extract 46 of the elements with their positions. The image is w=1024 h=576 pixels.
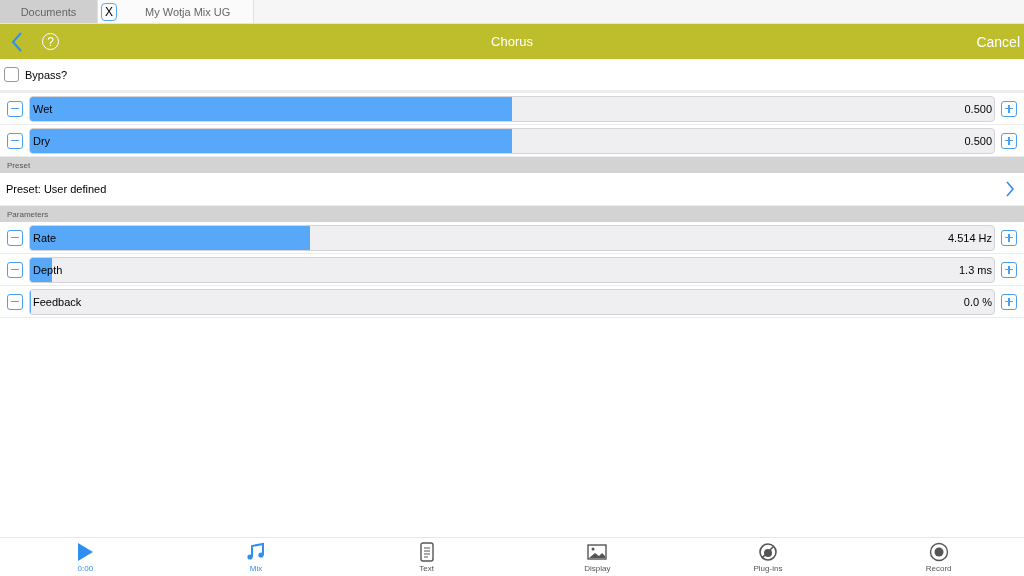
slider-value: 4.514 Hz: [947, 231, 992, 244]
section-header: Preset: [0, 157, 1024, 173]
toolbar-item[interactable]: Mix: [216, 538, 296, 576]
slider-value: 0.0 %: [963, 295, 992, 308]
minus-button[interactable]: [7, 261, 23, 278]
bypass-label: Bypass?: [25, 68, 68, 81]
slider-label: Wet: [33, 102, 53, 115]
plus-button[interactable]: [1001, 261, 1017, 278]
plus-button[interactable]: [1001, 229, 1017, 246]
slider-value: 0.500: [964, 102, 992, 115]
toolbar-item[interactable]: Text: [386, 538, 467, 576]
chevron-icon[interactable]: [1005, 181, 1015, 197]
plus-button[interactable]: [1001, 132, 1017, 149]
toolbar-item[interactable]: Plug-ins: [727, 538, 808, 576]
document-tab[interactable]: X My Wotja Mix UG: [98, 0, 254, 23]
slider-value: 0.500: [964, 134, 992, 147]
tab-label: Documents: [20, 5, 77, 18]
window-title: Chorus: [491, 34, 533, 49]
image-icon: [587, 541, 608, 562]
slider-label: Feedback: [33, 295, 82, 308]
minus-button[interactable]: [7, 100, 23, 117]
toolbar-item[interactable]: 0:00: [45, 538, 126, 576]
slider-value: 1.3 ms: [959, 263, 992, 276]
slider-track[interactable]: Wet 0.500: [29, 95, 995, 122]
music-note-icon: [246, 541, 266, 562]
minus-button[interactable]: [7, 229, 23, 246]
slider-label: Dry: [33, 134, 51, 147]
slider-label: Rate: [33, 231, 57, 244]
slider-track[interactable]: Rate 4.514 Hz: [29, 224, 995, 251]
bypass-checkbox[interactable]: [4, 67, 19, 82]
back-icon[interactable]: [11, 31, 23, 52]
close-icon[interactable]: X: [101, 2, 117, 21]
slider-track[interactable]: Dry 0.500: [29, 127, 995, 154]
preset-label[interactable]: Preset: User defined: [6, 183, 107, 195]
document-tab[interactable]: Documents: [0, 0, 98, 23]
plus-button[interactable]: [1001, 293, 1017, 310]
plus-button[interactable]: [1001, 100, 1017, 117]
toolbar-item[interactable]: Display: [557, 538, 638, 576]
minus-button[interactable]: [7, 132, 23, 149]
tab-label: My Wotja Mix UG: [145, 5, 231, 18]
minus-button[interactable]: [7, 293, 23, 310]
slider-track[interactable]: Feedback 0.0 %: [29, 288, 995, 315]
section-header: Parameters: [0, 206, 1024, 222]
plug-icon: [757, 541, 778, 562]
toolbar-item[interactable]: Record: [898, 538, 979, 576]
record-icon: [928, 541, 949, 562]
